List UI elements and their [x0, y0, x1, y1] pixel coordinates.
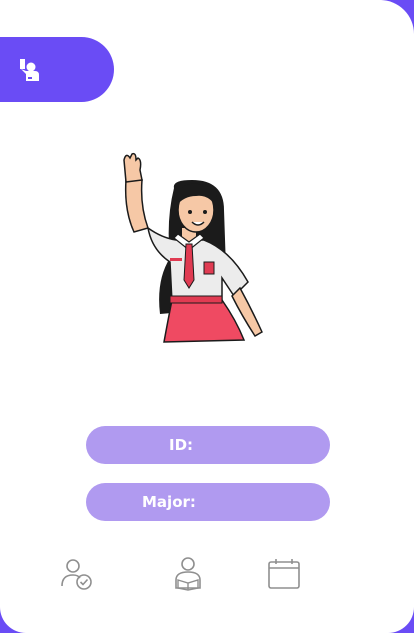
user-check-icon[interactable]	[59, 556, 95, 592]
student-illustration	[123, 152, 263, 343]
id-field: ID:	[86, 426, 330, 464]
major-label: Major:	[142, 493, 196, 511]
raised-hand-person-icon	[20, 59, 39, 81]
calendar-icon[interactable]	[266, 556, 302, 592]
profile-card: ID: Major:	[0, 0, 414, 633]
reader-person-icon[interactable]	[170, 556, 206, 592]
major-field: Major:	[86, 483, 330, 521]
id-label: ID:	[169, 436, 194, 454]
header-pill[interactable]	[0, 37, 114, 102]
